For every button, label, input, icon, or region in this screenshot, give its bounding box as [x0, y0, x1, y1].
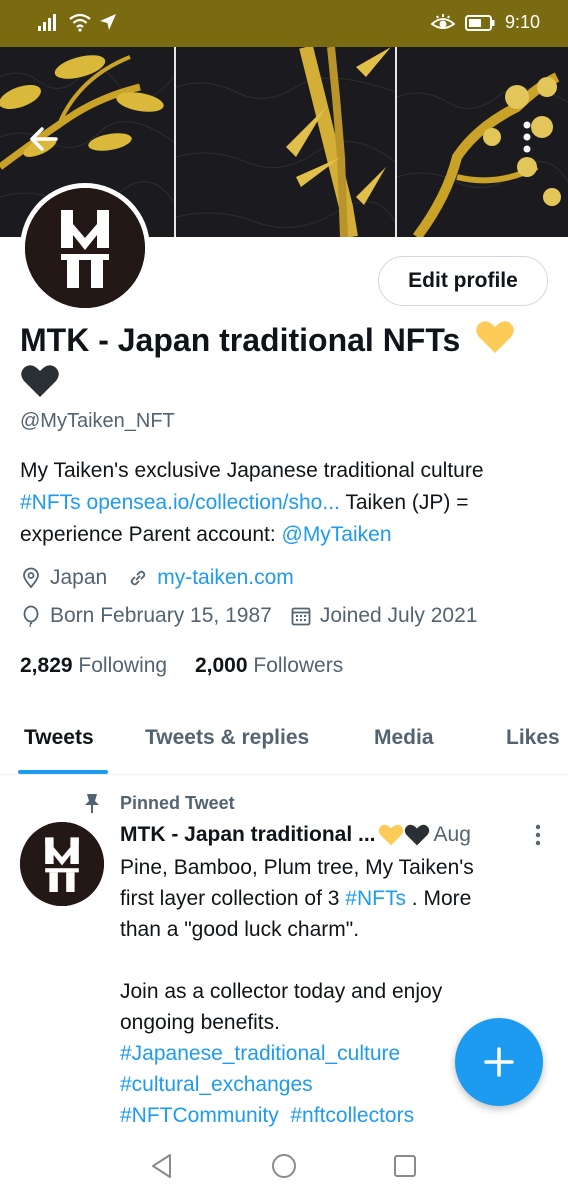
- balloon-icon: [23, 605, 39, 627]
- profile-meta-dates: Born February 15, 1987 Joined July 2021: [20, 604, 477, 628]
- tab-tweets-replies[interactable]: Tweets & replies: [145, 726, 309, 750]
- tweet-hashtag[interactable]: #NFTs: [345, 887, 406, 910]
- bio-text: Taiken (JP) =: [339, 491, 469, 514]
- tab-media[interactable]: Media: [374, 726, 434, 750]
- recents-square-icon[interactable]: [391, 1152, 419, 1180]
- profile-bio: My Taiken's exclusive Japanese tradition…: [20, 455, 560, 551]
- tweet-hashtag[interactable]: #cultural_exchanges: [120, 1073, 313, 1096]
- tweet-date: Aug: [433, 823, 471, 846]
- active-tab-indicator: [18, 770, 108, 774]
- plus-icon: [484, 1047, 514, 1077]
- signal-icon: [38, 14, 56, 31]
- yellow-heart-icon: [378, 824, 403, 846]
- home-circle-icon[interactable]: [270, 1152, 298, 1180]
- more-vertical-icon: [523, 121, 531, 153]
- wifi-icon: [69, 13, 91, 32]
- link-icon: [131, 570, 146, 586]
- bio-hashtag[interactable]: #NFTs: [20, 491, 81, 514]
- followers-count: 2,000: [194, 654, 248, 677]
- bio-text: experience Parent account:: [20, 523, 282, 546]
- bio-url-link[interactable]: opensea.io/collection/sho...: [87, 491, 340, 514]
- pin-icon: [85, 794, 99, 813]
- black-heart-icon: [404, 824, 429, 846]
- back-button[interactable]: [22, 117, 66, 161]
- back-arrow-icon: [30, 127, 58, 151]
- tweet-hashtag[interactable]: #nftcollectors: [290, 1104, 414, 1127]
- tweet-more-button[interactable]: [528, 822, 548, 848]
- tweet-header: MTK - Japan traditional ... Aug: [120, 823, 520, 847]
- profile-tabs: Tweets Tweets & replies Media Likes: [0, 714, 568, 775]
- tab-likes[interactable]: Likes: [506, 726, 560, 750]
- calendar-icon: [291, 607, 311, 626]
- system-nav-bar: [0, 1134, 568, 1200]
- following-link[interactable]: 2,829 Following: [20, 654, 167, 677]
- tweet-hashtag[interactable]: #NFTCommunity: [120, 1104, 279, 1127]
- profile-location: Japan: [50, 566, 108, 589]
- pinned-tweet-text: Pinned Tweet: [120, 792, 235, 813]
- battery-icon: [464, 14, 495, 31]
- pinned-tweet-label: Pinned Tweet: [82, 792, 235, 814]
- tweet-hashtag[interactable]: #Japanese_traditional_culture: [120, 1042, 400, 1065]
- profile-website-link[interactable]: my-taiken.com: [157, 566, 294, 590]
- mtk-logo-icon: [20, 822, 104, 906]
- bio-line1: My Taiken's exclusive Japanese tradition…: [20, 459, 484, 482]
- more-vertical-icon: [535, 824, 541, 846]
- profile-born: Born February 15, 1987: [50, 604, 272, 627]
- followers-link[interactable]: 2,000 Followers: [195, 654, 343, 677]
- tweet-text: . More: [405, 887, 472, 910]
- more-options-button[interactable]: [510, 115, 544, 159]
- bio-mention[interactable]: @MyTaiken: [282, 523, 392, 546]
- tweet-text: Join as a collector today and enjoy: [120, 980, 443, 1003]
- profile-name-text: MTK - Japan traditional NFTs: [20, 322, 461, 358]
- profile-avatar[interactable]: [20, 183, 150, 313]
- following-label: Following: [78, 654, 168, 677]
- tweet-text: ongoing benefits.: [120, 1011, 280, 1034]
- profile-meta-location-website: Japan my-taiken.com: [20, 566, 294, 590]
- tweet-author-name[interactable]: MTK - Japan traditional ...: [120, 823, 376, 847]
- following-count: 2,829: [20, 654, 73, 677]
- tweet-text: first layer collection of 3: [120, 887, 346, 910]
- back-triangle-icon[interactable]: [148, 1152, 176, 1180]
- banner-panel-bamboo: [176, 47, 395, 237]
- tweet-text: Pine, Bamboo, Plum tree, My Taiken's: [120, 856, 474, 879]
- status-bar: 9:10: [0, 0, 568, 47]
- location-arrow-icon: [100, 14, 116, 30]
- tweet-text: than a "good luck charm".: [120, 918, 360, 941]
- followers-label: Followers: [253, 654, 344, 677]
- mtk-logo-icon: [25, 188, 145, 308]
- eye-comfort-icon: [430, 13, 455, 29]
- profile-joined: Joined July 2021: [319, 604, 478, 627]
- location-pin-icon: [23, 567, 39, 589]
- tab-tweets[interactable]: Tweets: [24, 726, 94, 750]
- yellow-heart-icon: [476, 321, 514, 353]
- compose-tweet-button[interactable]: [455, 1018, 543, 1106]
- status-time: 9:10: [504, 12, 540, 32]
- black-heart-icon: [21, 365, 59, 397]
- edit-profile-button[interactable]: Edit profile: [378, 256, 548, 306]
- profile-name: MTK - Japan traditional NFTs: [20, 318, 560, 406]
- follow-counts: 2,829 Following 2,000 Followers: [20, 654, 343, 678]
- profile-handle: @MyTaiken_NFT: [20, 410, 175, 432]
- tweet-author-avatar[interactable]: [20, 822, 104, 906]
